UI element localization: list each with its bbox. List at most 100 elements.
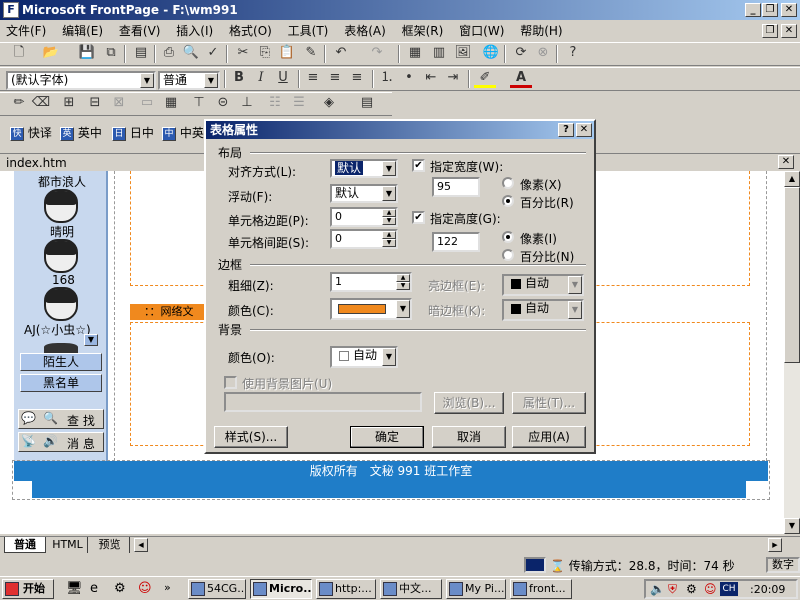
frontpage-icon[interactable]: F bbox=[3, 2, 19, 18]
tool-cn-en[interactable]: 中 中英 bbox=[162, 124, 204, 141]
distribute-columns-icon[interactable]: ☰ bbox=[288, 93, 310, 113]
strangers-button[interactable]: 陌生人 bbox=[20, 353, 102, 371]
tray-qq-icon[interactable]: ☺ bbox=[704, 582, 717, 596]
cancel-button[interactable]: 取消 bbox=[432, 426, 506, 448]
fill-color-icon[interactable]: ◈ bbox=[318, 93, 340, 113]
tool-en-cn[interactable]: 英 英中 bbox=[60, 124, 102, 141]
draw-table-icon[interactable]: ✏ bbox=[8, 93, 30, 113]
insert-columns-icon[interactable]: ⊟ bbox=[84, 93, 106, 113]
width-input[interactable]: 95 bbox=[432, 177, 480, 197]
task-item[interactable]: 中文... bbox=[380, 579, 442, 599]
format-painter-icon[interactable]: ✎ bbox=[300, 43, 322, 63]
align-right-icon[interactable]: ≡ bbox=[346, 68, 368, 88]
center-vertically-icon[interactable]: ⊝ bbox=[212, 93, 234, 113]
insert-picture-icon[interactable]: 🖼 bbox=[452, 43, 474, 63]
align-left-icon[interactable]: ≡ bbox=[302, 68, 324, 88]
scroll-down-icon[interactable]: ▼ bbox=[784, 518, 800, 534]
quicklaunch-icon[interactable]: 🖥 bbox=[66, 581, 83, 596]
ie-icon[interactable]: e bbox=[90, 581, 98, 596]
redo-icon[interactable]: ↷ bbox=[366, 43, 388, 63]
merge-cells-icon[interactable]: ▭ bbox=[136, 93, 158, 113]
copy-icon[interactable]: ⎘ bbox=[254, 43, 276, 63]
vertical-scrollbar[interactable]: ▲ ▼ bbox=[784, 171, 800, 534]
cut-icon[interactable]: ✂ bbox=[232, 43, 254, 63]
avatar[interactable] bbox=[44, 287, 78, 321]
numbering-icon[interactable]: ⒈ bbox=[376, 68, 398, 88]
doc-tab[interactable]: index.htm bbox=[6, 156, 67, 170]
bullets-icon[interactable]: • bbox=[398, 68, 420, 88]
search-button[interactable]: 💬 🔍 查 找 bbox=[18, 409, 104, 429]
increase-indent-icon[interactable]: ⇥ bbox=[442, 68, 464, 88]
menu-format[interactable]: 格式(O) bbox=[223, 21, 278, 41]
style-select[interactable]: 普通 ▼ bbox=[158, 71, 220, 90]
hyperlink-icon[interactable]: 🌐 bbox=[480, 43, 502, 63]
open-icon[interactable]: 📂 bbox=[40, 43, 62, 63]
highlight-icon[interactable]: ✐ bbox=[474, 68, 496, 88]
underline-button[interactable]: U bbox=[272, 68, 294, 88]
distribute-rows-icon[interactable]: ☷ bbox=[264, 93, 286, 113]
app-icon[interactable]: ☺ bbox=[138, 581, 152, 596]
height-percent-radio[interactable] bbox=[502, 249, 514, 261]
dialog-close-button[interactable]: ✕ bbox=[576, 123, 592, 137]
tab-preview[interactable]: 预览 bbox=[90, 537, 130, 553]
user-name[interactable]: 168 bbox=[52, 273, 75, 287]
align-select[interactable]: 默认 ▼ bbox=[330, 159, 398, 178]
font-select[interactable]: (默认字体) ▼ bbox=[6, 71, 156, 90]
start-button[interactable]: 开始 bbox=[2, 579, 54, 599]
scroll-right-icon[interactable]: ▶ bbox=[768, 538, 782, 552]
width-pixels-radio[interactable] bbox=[502, 177, 514, 189]
paste-icon[interactable]: 📋 bbox=[276, 43, 298, 63]
ok-button[interactable]: 确定 bbox=[350, 426, 424, 448]
doc-restore-button[interactable]: ❐ bbox=[762, 24, 778, 38]
menu-insert[interactable]: 插入(I) bbox=[170, 21, 219, 41]
task-item[interactable]: 54CG... bbox=[188, 579, 246, 599]
avatar[interactable] bbox=[44, 189, 78, 223]
tab-normal[interactable]: 普通 bbox=[4, 537, 46, 553]
minimize-button[interactable]: _ bbox=[745, 3, 761, 17]
menu-view[interactable]: 查看(V) bbox=[113, 21, 167, 41]
scroll-left-icon[interactable]: ◀ bbox=[134, 538, 148, 552]
close-button[interactable]: ✕ bbox=[781, 3, 797, 17]
bold-button[interactable]: B bbox=[228, 68, 250, 88]
width-percent-radio[interactable] bbox=[502, 195, 514, 207]
specify-width-checkbox[interactable]: ✔ bbox=[412, 159, 425, 172]
task-item[interactable]: http:... bbox=[316, 579, 376, 599]
restore-button[interactable]: ❐ bbox=[762, 3, 778, 17]
align-center-icon[interactable]: ≡ bbox=[324, 68, 346, 88]
height-pixels-radio[interactable] bbox=[502, 231, 514, 243]
menu-help[interactable]: 帮助(H) bbox=[514, 21, 568, 41]
folder-list-icon[interactable]: ▤ bbox=[130, 43, 152, 63]
menu-table[interactable]: 表格(A) bbox=[338, 21, 392, 41]
border-size-input[interactable]: 1 ▲ ▼ bbox=[330, 272, 412, 292]
avatar[interactable] bbox=[44, 343, 78, 353]
tab-html[interactable]: HTML bbox=[48, 537, 88, 553]
cell-spacing-input[interactable]: 0 ▲ ▼ bbox=[330, 229, 398, 249]
bg-image-checkbox[interactable] bbox=[224, 376, 237, 389]
dropdown-arrow-icon[interactable]: ▼ bbox=[84, 334, 98, 346]
scroll-up-icon[interactable]: ▲ bbox=[784, 171, 800, 187]
ime-indicator[interactable]: CH bbox=[720, 582, 738, 596]
dark-border-select[interactable]: 自动 ▼ bbox=[502, 299, 584, 321]
menu-tools[interactable]: 工具(T) bbox=[282, 21, 335, 41]
delete-cells-icon[interactable]: ⊠ bbox=[108, 93, 130, 113]
doc-tab-close-button[interactable]: ✕ bbox=[778, 155, 794, 169]
undo-icon[interactable]: ↶ bbox=[330, 43, 352, 63]
volume-icon[interactable]: 🔈 bbox=[650, 582, 665, 596]
border-color-select[interactable]: ▼ bbox=[330, 298, 412, 320]
tool-kuaiyi[interactable]: 快 快译 bbox=[10, 124, 52, 141]
tool-icon[interactable]: ⚙ bbox=[114, 581, 126, 596]
more-icon[interactable]: » bbox=[164, 581, 171, 594]
scroll-thumb[interactable] bbox=[784, 187, 800, 363]
apply-button[interactable]: 应用(A) bbox=[512, 426, 586, 448]
user-name[interactable]: AJ(☆小虫☆) bbox=[24, 321, 91, 338]
style-button[interactable]: 样式(S)... bbox=[214, 426, 288, 448]
menu-file[interactable]: 文件(F) bbox=[0, 21, 52, 41]
browse-button[interactable]: 浏览(B)... bbox=[434, 392, 504, 414]
task-item[interactable]: My Pi... bbox=[446, 579, 506, 599]
light-border-select[interactable]: 自动 ▼ bbox=[502, 274, 584, 296]
bg-image-path-input[interactable] bbox=[224, 392, 422, 412]
insert-component-icon[interactable]: ▦ bbox=[404, 43, 426, 63]
menu-window[interactable]: 窗口(W) bbox=[453, 21, 510, 41]
float-select[interactable]: 默认 ▼ bbox=[330, 184, 398, 203]
insert-table-icon[interactable]: ▥ bbox=[428, 43, 450, 63]
